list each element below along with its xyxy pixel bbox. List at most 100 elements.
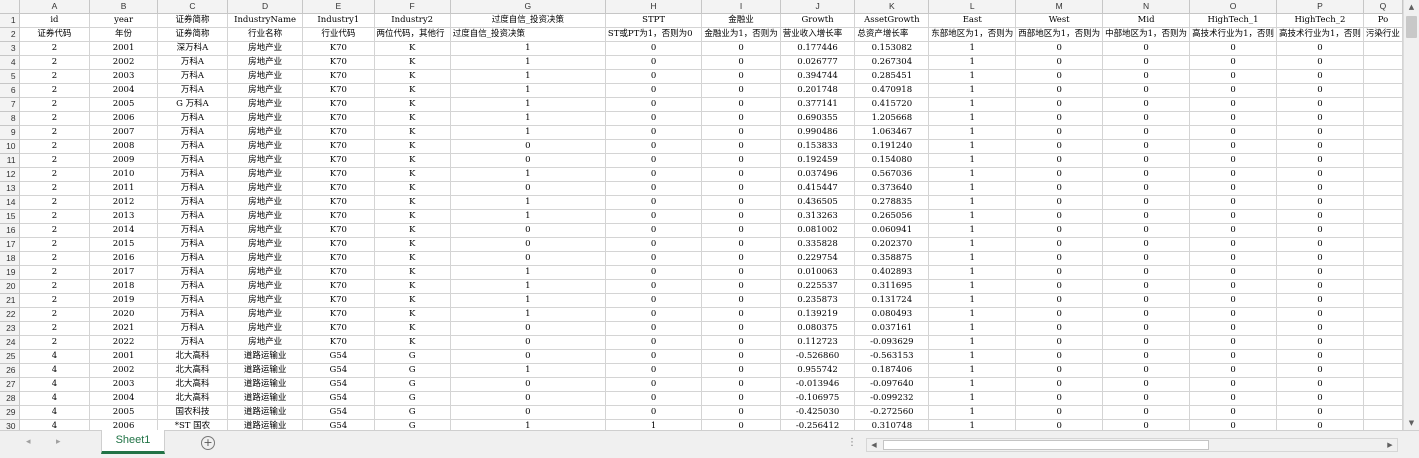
cell[interactable]: 0 bbox=[1102, 69, 1191, 84]
cell[interactable]: 0 bbox=[1015, 391, 1104, 406]
cell[interactable]: 0 bbox=[701, 349, 781, 364]
cell[interactable]: 0 bbox=[1189, 209, 1277, 224]
cell[interactable]: K70 bbox=[302, 125, 375, 140]
cell[interactable]: 0.037496 bbox=[780, 167, 856, 182]
cell[interactable]: 1 bbox=[928, 209, 1017, 224]
vertical-scrollbar[interactable]: ▲ ▼ bbox=[1403, 0, 1419, 430]
cell[interactable]: -0.013946 bbox=[780, 377, 856, 392]
cell[interactable]: 1 bbox=[450, 55, 606, 70]
cell[interactable]: 2014 bbox=[89, 223, 158, 238]
cell[interactable]: 0 bbox=[1015, 97, 1104, 112]
cell[interactable]: 0.313263 bbox=[780, 209, 856, 224]
column-header[interactable]: N bbox=[1102, 0, 1191, 14]
cell[interactable]: K70 bbox=[302, 139, 375, 154]
cell[interactable]: K70 bbox=[302, 279, 375, 294]
cell[interactable]: 1 bbox=[928, 419, 1017, 430]
row-header[interactable]: 10 bbox=[0, 139, 20, 154]
cell[interactable]: 0.278835 bbox=[854, 195, 930, 210]
column-header[interactable]: Q bbox=[1363, 0, 1403, 14]
cell[interactable]: 0 bbox=[1276, 111, 1364, 126]
cell[interactable] bbox=[1363, 97, 1403, 112]
cell[interactable]: 0 bbox=[605, 55, 703, 70]
row-header[interactable]: 18 bbox=[0, 251, 20, 266]
row-header[interactable]: 21 bbox=[0, 293, 20, 308]
cell[interactable]: 0 bbox=[701, 307, 781, 322]
select-all-corner[interactable] bbox=[0, 0, 20, 14]
row-header[interactable]: 4 bbox=[0, 55, 20, 70]
cell[interactable]: IndustryName bbox=[227, 13, 304, 28]
cell[interactable]: 0 bbox=[1102, 223, 1191, 238]
cell[interactable]: 0 bbox=[605, 307, 703, 322]
cell[interactable]: K70 bbox=[302, 335, 375, 350]
cell[interactable]: STPT bbox=[605, 13, 703, 28]
cell[interactable] bbox=[1363, 41, 1403, 56]
cell[interactable]: 房地产业 bbox=[227, 55, 304, 70]
cell[interactable]: 2 bbox=[19, 195, 91, 210]
cell[interactable]: 0 bbox=[701, 223, 781, 238]
cell[interactable]: 0 bbox=[701, 251, 781, 266]
cell[interactable]: 道路运输业 bbox=[227, 363, 304, 378]
cell[interactable]: K bbox=[374, 167, 451, 182]
cell[interactable]: 年份 bbox=[89, 27, 158, 42]
cell[interactable]: K70 bbox=[302, 251, 375, 266]
scroll-right-icon[interactable]: ▶ bbox=[1384, 439, 1396, 451]
cell[interactable]: 0.202370 bbox=[854, 237, 930, 252]
cell[interactable]: 万科A bbox=[157, 209, 229, 224]
cell[interactable]: 0 bbox=[1102, 237, 1191, 252]
cell[interactable]: 0 bbox=[605, 125, 703, 140]
cell[interactable]: West bbox=[1015, 13, 1104, 28]
row-header[interactable]: 13 bbox=[0, 181, 20, 196]
spreadsheet-grid-area[interactable]: ABCDEFGHIJKLMNOPQ 1 id year 证券简称 IndustryNam… bbox=[0, 0, 1403, 430]
cell[interactable]: 0 bbox=[1189, 363, 1277, 378]
row-header[interactable]: 2 bbox=[0, 27, 20, 42]
cell[interactable]: 房地产业 bbox=[227, 167, 304, 182]
cell[interactable]: 0 bbox=[1189, 391, 1277, 406]
cell[interactable]: 万科A bbox=[157, 251, 229, 266]
cell[interactable]: 0 bbox=[450, 377, 606, 392]
cell[interactable]: 0 bbox=[701, 41, 781, 56]
cell[interactable]: -0.563153 bbox=[854, 349, 930, 364]
cell[interactable]: 北大高科 bbox=[157, 377, 229, 392]
cell[interactable]: 高技术行业为1，否则 bbox=[1276, 27, 1364, 42]
cell[interactable]: 2012 bbox=[89, 195, 158, 210]
cell[interactable]: G54 bbox=[302, 349, 375, 364]
cell[interactable]: 万科A bbox=[157, 69, 229, 84]
cell[interactable]: 1.063467 bbox=[854, 125, 930, 140]
cell[interactable]: 0 bbox=[701, 363, 781, 378]
cell[interactable]: 0 bbox=[1102, 293, 1191, 308]
cell[interactable]: 0 bbox=[701, 377, 781, 392]
cell[interactable]: 4 bbox=[19, 419, 91, 430]
row-header[interactable]: 24 bbox=[0, 335, 20, 350]
column-header[interactable]: A bbox=[19, 0, 91, 14]
cell[interactable]: K bbox=[374, 237, 451, 252]
cell[interactable]: 房地产业 bbox=[227, 307, 304, 322]
cell[interactable]: K bbox=[374, 251, 451, 266]
cell[interactable]: 0 bbox=[1102, 167, 1191, 182]
cell[interactable]: K bbox=[374, 125, 451, 140]
cell[interactable]: 1 bbox=[928, 293, 1017, 308]
cell[interactable]: 2002 bbox=[89, 55, 158, 70]
cell[interactable]: 0 bbox=[450, 181, 606, 196]
cell[interactable]: K bbox=[374, 307, 451, 322]
cell[interactable]: 1 bbox=[450, 167, 606, 182]
cell[interactable]: 1 bbox=[928, 377, 1017, 392]
cell[interactable]: 房地产业 bbox=[227, 195, 304, 210]
row-header[interactable]: 27 bbox=[0, 377, 20, 392]
cell[interactable]: 0 bbox=[605, 279, 703, 294]
cell[interactable]: 0 bbox=[1276, 55, 1364, 70]
cell[interactable] bbox=[1363, 307, 1403, 322]
cell[interactable]: 金融业 bbox=[701, 13, 781, 28]
cell[interactable] bbox=[1363, 209, 1403, 224]
cell[interactable]: 0 bbox=[450, 153, 606, 168]
cell[interactable]: K70 bbox=[302, 111, 375, 126]
cell[interactable]: 1 bbox=[928, 335, 1017, 350]
cell[interactable]: 1 bbox=[450, 111, 606, 126]
cell[interactable]: 0.131724 bbox=[854, 293, 930, 308]
cell[interactable]: 2 bbox=[19, 111, 91, 126]
cell[interactable]: 0 bbox=[701, 167, 781, 182]
cell[interactable]: 0.990486 bbox=[780, 125, 856, 140]
cell[interactable]: K bbox=[374, 41, 451, 56]
cell[interactable]: K70 bbox=[302, 321, 375, 336]
cell[interactable]: 0 bbox=[1189, 125, 1277, 140]
cell[interactable]: 国农科技 bbox=[157, 405, 229, 420]
